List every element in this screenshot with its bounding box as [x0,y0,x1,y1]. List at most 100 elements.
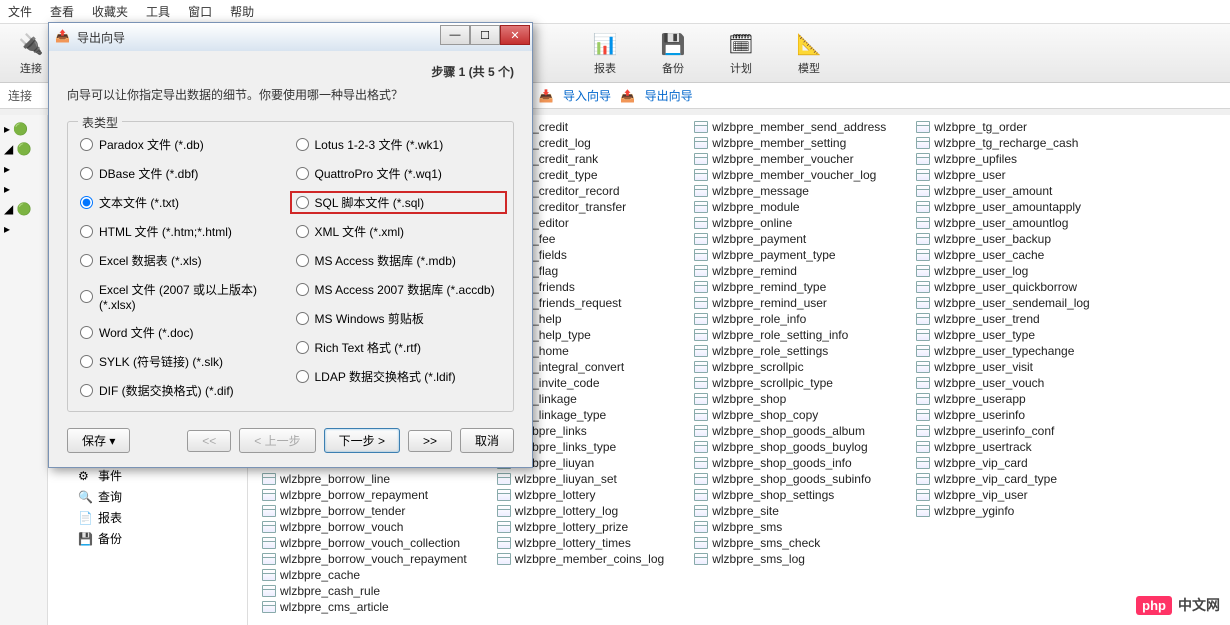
tool-connection[interactable]: 🔌 连接 [10,30,52,76]
table-item[interactable]: wlzbpre_role_settings [690,343,890,359]
format-radio[interactable]: DBase 文件 (*.dbf) [80,165,286,182]
tool-schedule[interactable]: 🗓 计划 [720,30,762,76]
table-item[interactable]: wlzbpre_user_amountlog [912,215,1093,231]
table-item[interactable]: wlzbpre_user [912,167,1093,183]
radio-input[interactable] [296,167,309,180]
radio-input[interactable] [80,196,93,209]
table-item[interactable]: wlzbpre_upfiles [912,151,1093,167]
format-radio[interactable]: Word 文件 (*.doc) [80,324,286,341]
table-item[interactable]: wlzbpre_remind_type [690,279,890,295]
table-item[interactable]: wlzbpre_borrow_line [258,471,471,487]
table-item[interactable]: wlzbpre_online [690,215,890,231]
table-item[interactable]: wlzbpre_userapp [912,391,1093,407]
table-item[interactable]: wlzbpre_scrollpic [690,359,890,375]
radio-input[interactable] [296,138,309,151]
table-item[interactable]: wlzbpre_user_typechange [912,343,1093,359]
radio-input[interactable] [296,254,309,267]
tree-reports[interactable]: 📄 报表 [48,507,247,528]
minimize-button[interactable]: — [440,25,470,45]
table-item[interactable]: wlzbpre_role_setting_info [690,327,890,343]
import-wizard-link-text[interactable]: 导入向导 [563,89,611,103]
table-item[interactable]: wlzbpre_lottery_prize [493,519,668,535]
table-item[interactable]: wlzbpre_liuyan_set [493,471,668,487]
radio-input[interactable] [80,384,93,397]
cancel-button[interactable]: 取消 [460,428,514,453]
format-radio[interactable]: HTML 文件 (*.htm;*.html) [80,223,286,240]
table-item[interactable]: wlzbpre_borrow_repayment [258,487,471,503]
format-radio[interactable]: Excel 文件 (2007 或以上版本) (*.xlsx) [80,281,286,312]
format-radio[interactable]: Excel 数据表 (*.xls) [80,252,286,269]
tool-model[interactable]: 📐 模型 [788,30,830,76]
table-item[interactable]: wlzbpre_shop_goods_buylog [690,439,890,455]
table-item[interactable]: wlzbpre_shop_goods_subinfo [690,471,890,487]
table-item[interactable]: wlzbpre_site [690,503,890,519]
import-wizard-link[interactable]: 📥 [539,89,554,103]
table-item[interactable]: wlzbpre_borrow_tender [258,503,471,519]
table-item[interactable]: wlzbpre_shop [690,391,890,407]
radio-input[interactable] [296,341,309,354]
table-item[interactable]: wlzbpre_user_log [912,263,1093,279]
dialog-titlebar[interactable]: 📤 导出向导 — ☐ ✕ [49,23,532,51]
format-radio[interactable]: XML 文件 (*.xml) [296,223,502,240]
format-radio[interactable]: Paradox 文件 (*.db) [80,136,286,153]
table-item[interactable]: wlzbpre_member_voucher [690,151,890,167]
table-item[interactable]: wlzbpre_member_voucher_log [690,167,890,183]
format-radio[interactable]: Lotus 1-2-3 文件 (*.wk1) [296,136,502,153]
table-item[interactable]: wlzbpre_user_vouch [912,375,1093,391]
table-item[interactable]: wlzbpre_payment_type [690,247,890,263]
maximize-button[interactable]: ☐ [470,25,500,45]
table-item[interactable]: wlzbpre_user_amount [912,183,1093,199]
table-item[interactable]: wlzbpre_vip_card [912,455,1093,471]
table-item[interactable]: wlzbpre_user_sendemail_log [912,295,1093,311]
close-button[interactable]: ✕ [500,25,530,45]
table-item[interactable]: wlzbpre_lottery [493,487,668,503]
table-item[interactable]: wlzbpre_lottery_log [493,503,668,519]
table-item[interactable]: wlzbpre_borrow_vouch_collection [258,535,471,551]
table-item[interactable]: wlzbpre_borrow_vouch_repayment [258,551,471,567]
format-radio[interactable]: Rich Text 格式 (*.rtf) [296,339,502,356]
table-item[interactable]: wlzbpre_remind [690,263,890,279]
tool-report[interactable]: 📊 报表 [584,30,626,76]
conn-node[interactable]: ▸ [2,179,45,199]
format-radio[interactable]: MS Access 数据库 (*.mdb) [296,252,502,269]
tree-backups[interactable]: 💾 备份 [48,528,247,549]
format-radio[interactable]: SYLK (符号链接) (*.slk) [80,353,286,370]
format-radio[interactable]: SQL 脚本文件 (*.sql) [290,191,508,214]
radio-input[interactable] [296,196,309,209]
next-button[interactable]: 下一步 > [324,428,400,453]
menu-help[interactable]: 帮助 [230,3,254,20]
table-item[interactable]: wlzbpre_tg_order [912,119,1093,135]
last-button[interactable]: >> [408,430,452,452]
table-item[interactable]: wlzbpre_sms_log [690,551,890,567]
format-radio[interactable]: 文本文件 (*.txt) [80,194,286,211]
export-wizard-link-text[interactable]: 导出向导 [645,89,693,103]
table-item[interactable]: wlzbpre_payment [690,231,890,247]
table-item[interactable]: wlzbpre_remind_user [690,295,890,311]
table-item[interactable]: wlzbpre_lottery_times [493,535,668,551]
table-item[interactable]: wlzbpre_user_quickborrow [912,279,1093,295]
radio-input[interactable] [80,326,93,339]
table-item[interactable]: wlzbpre_vip_user [912,487,1093,503]
radio-input[interactable] [80,290,93,303]
table-item[interactable]: wlzbpre_shop_goods_album [690,423,890,439]
radio-input[interactable] [80,355,93,368]
table-item[interactable]: wlzbpre_usertrack [912,439,1093,455]
menu-view[interactable]: 查看 [50,3,74,20]
table-item[interactable]: wlzbpre_member_setting [690,135,890,151]
table-item[interactable]: wlzbpre_shop_copy [690,407,890,423]
conn-node[interactable]: ▸ [2,159,45,179]
format-radio[interactable]: MS Windows 剪贴板 [296,310,502,327]
table-item[interactable]: wlzbpre_user_trend [912,311,1093,327]
table-item[interactable]: wlzbpre_shop_settings [690,487,890,503]
conn-node[interactable]: ◢ 🟢 [2,199,45,219]
table-item[interactable]: wlzbpre_user_visit [912,359,1093,375]
table-item[interactable]: wlzbpre_user_cache [912,247,1093,263]
radio-input[interactable] [296,370,309,383]
conn-node[interactable]: ▸ [2,219,45,239]
tree-events[interactable]: ⚙ 事件 [48,465,247,486]
table-item[interactable]: wlzbpre_member_coins_log [493,551,668,567]
table-item[interactable]: wlzbpre_userinfo_conf [912,423,1093,439]
table-item[interactable]: wlzbpre_message [690,183,890,199]
table-item[interactable]: wlzbpre_borrow_vouch [258,519,471,535]
conn-node[interactable]: ▸ 🟢 [2,119,45,139]
